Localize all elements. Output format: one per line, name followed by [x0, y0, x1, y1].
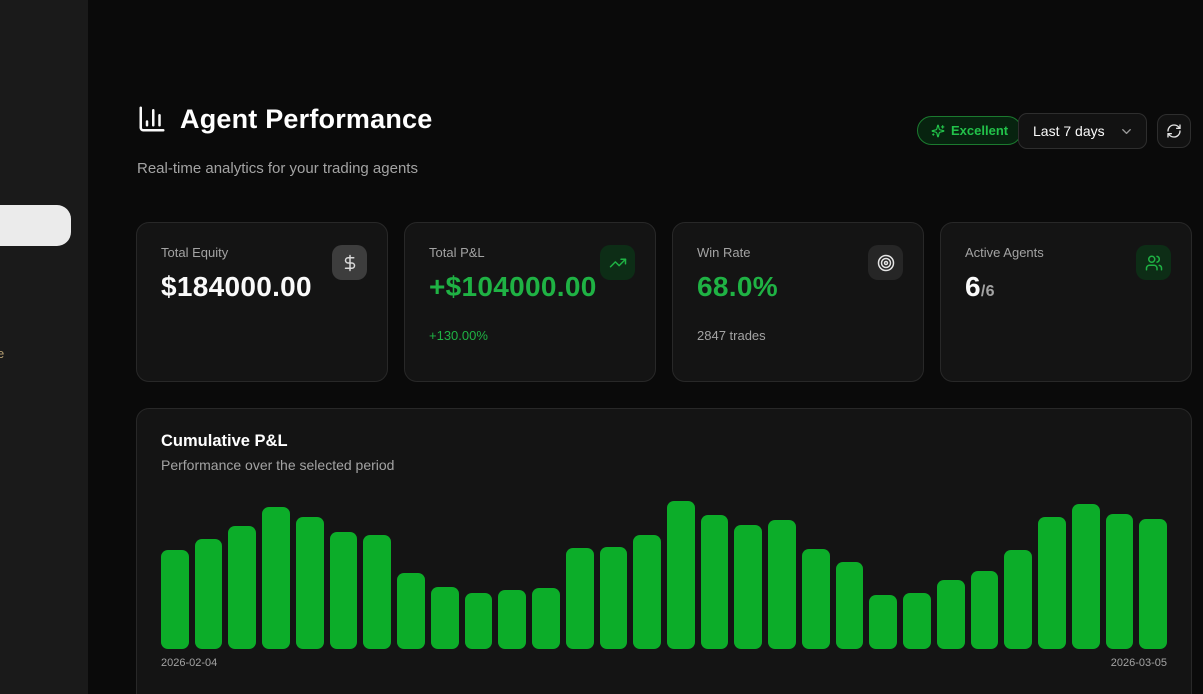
chart-bar: [296, 517, 324, 649]
chart-bar: [498, 590, 526, 649]
stat-card-active-agents: Active Agents 6/6: [940, 222, 1192, 382]
stat-card-total-pnl: Total P&L +$104000.00 +130.00%: [404, 222, 656, 382]
stat-value-suffix: /6: [981, 283, 995, 300]
chart-title: Cumulative P&L: [161, 432, 288, 451]
stat-card-win-rate: Win Rate 68.0% 2847 trades: [672, 222, 924, 382]
chart-bar: [600, 547, 628, 649]
cumulative-pnl-card: Cumulative P&L Performance over the sele…: [136, 408, 1192, 694]
chart-bar: [195, 539, 223, 649]
bar-chart-icon: [137, 104, 167, 134]
sidebar: e: [0, 0, 88, 694]
chart-bar: [532, 588, 560, 649]
stat-card-total-equity: Total Equity $184000.00: [136, 222, 388, 382]
chart-bar: [330, 532, 358, 649]
sidebar-partial-label: e: [0, 346, 4, 361]
chart-bar: [431, 587, 459, 649]
page-title: Agent Performance: [180, 104, 432, 135]
chart-bar: [667, 501, 695, 649]
chart-bar: [1072, 504, 1100, 649]
chart-bar: [971, 571, 999, 649]
sparkles-icon: [931, 124, 945, 138]
chart-bar: [701, 515, 729, 649]
chart-bar: [1106, 514, 1134, 649]
chart-bar: [1139, 519, 1167, 649]
bar-chart: [161, 491, 1167, 649]
chart-bar: [566, 548, 594, 649]
period-select-value: Last 7 days: [1033, 123, 1105, 139]
trending-up-icon: [600, 245, 635, 280]
chart-bar: [161, 550, 189, 649]
sidebar-active-item[interactable]: [0, 205, 71, 246]
chart-subtitle: Performance over the selected period: [161, 457, 394, 473]
chart-bar: [903, 593, 931, 649]
chart-bar: [228, 526, 256, 649]
status-badge: Excellent: [917, 116, 1022, 145]
stat-subtext: +130.00%: [429, 328, 635, 343]
chart-bar: [1038, 517, 1066, 649]
refresh-button[interactable]: [1157, 114, 1191, 148]
stat-subtext: 2847 trades: [697, 328, 903, 343]
chart-bar: [1004, 550, 1032, 649]
chart-bar: [633, 535, 661, 649]
chart-bar: [397, 573, 425, 649]
chart-bar: [836, 562, 864, 649]
page-subtitle: Real-time analytics for your trading age…: [137, 160, 418, 177]
chart-bar: [734, 525, 762, 649]
chart-bar: [363, 535, 391, 649]
chart-x-axis: 2026-02-04 2026-03-05: [161, 657, 1167, 669]
chevron-down-icon: [1119, 124, 1134, 139]
chart-bar: [802, 549, 830, 649]
chart-start-date: 2026-02-04: [161, 657, 217, 669]
chart-bar: [768, 520, 796, 649]
chart-bar: [262, 507, 290, 649]
status-badge-label: Excellent: [951, 123, 1008, 138]
users-icon: [1136, 245, 1171, 280]
dollar-icon: [332, 245, 367, 280]
refresh-icon: [1166, 123, 1182, 139]
chart-bar: [465, 593, 493, 649]
period-select[interactable]: Last 7 days: [1018, 113, 1147, 149]
chart-end-date: 2026-03-05: [1111, 657, 1167, 669]
target-icon: [868, 245, 903, 280]
chart-bar: [869, 595, 897, 649]
chart-bar: [937, 580, 965, 649]
